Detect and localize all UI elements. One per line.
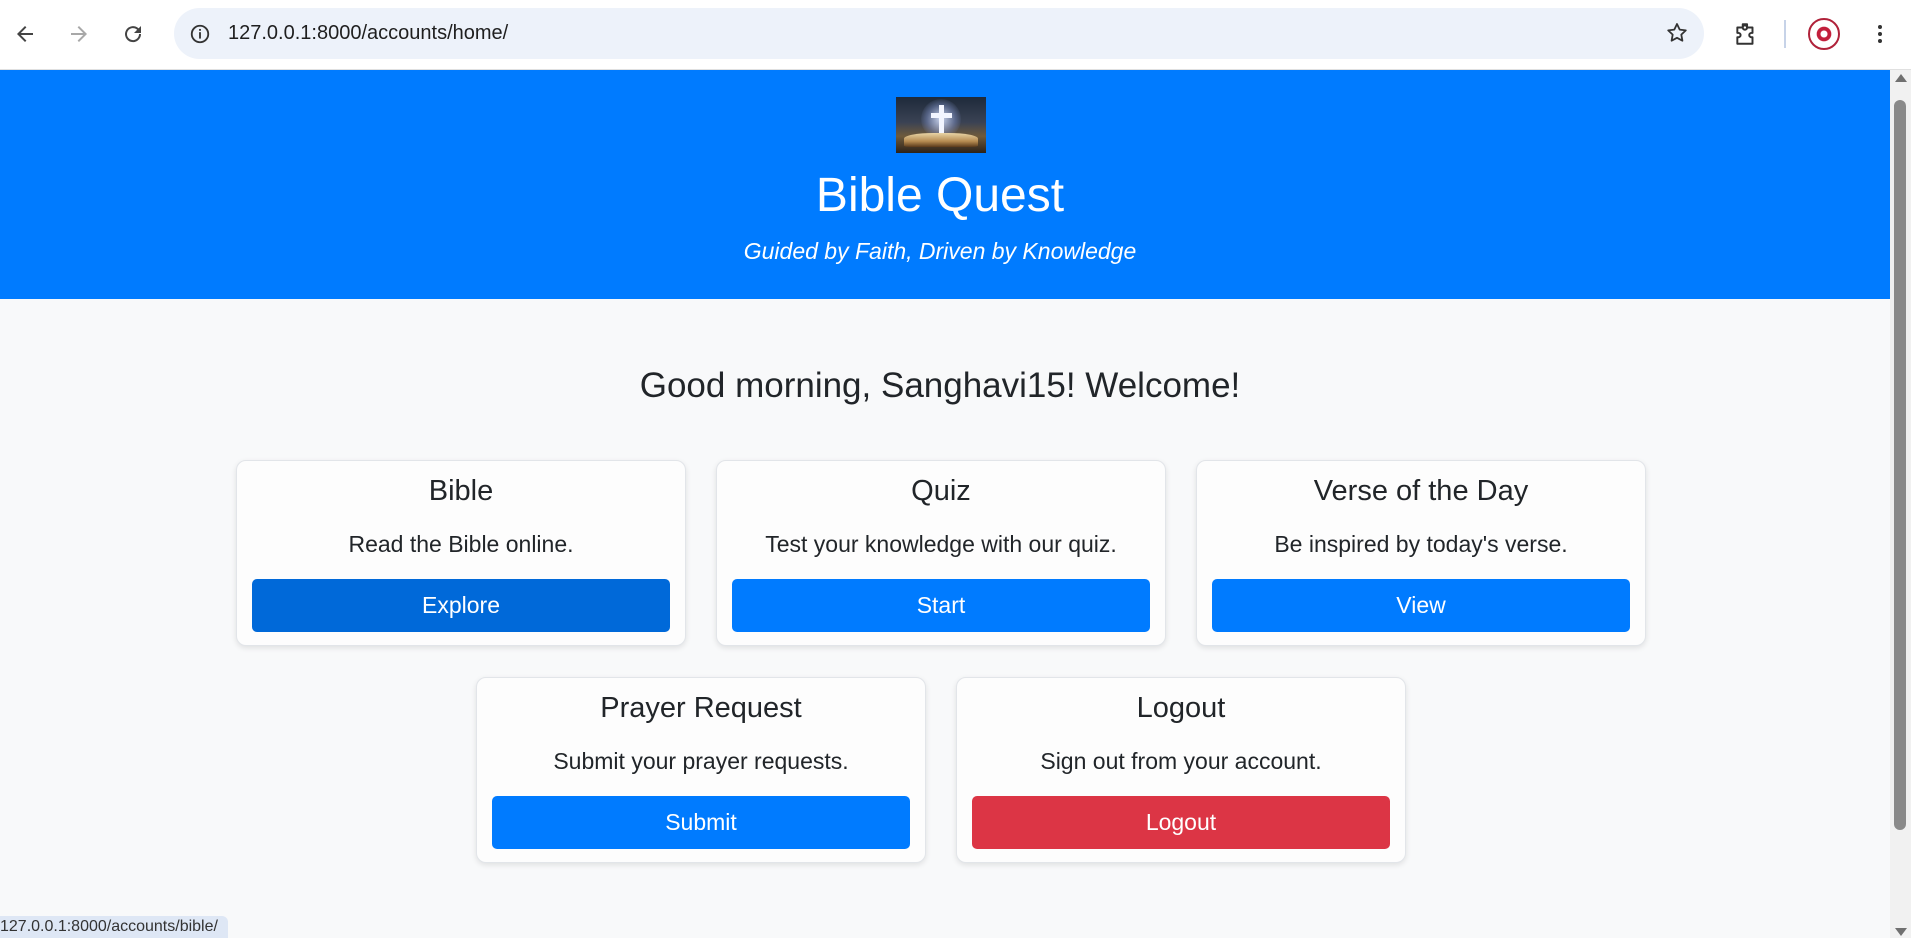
card-title: Verse of the Day [1313, 475, 1529, 507]
scrollbar-thumb[interactable] [1894, 100, 1906, 830]
card-description: Test your knowledge with our quiz. [765, 531, 1117, 557]
submit-button[interactable]: Submit [492, 796, 910, 849]
card-description: Sign out from your account. [1040, 748, 1322, 774]
browser-toolbar: 127.0.0.1:8000/accounts/home/ [0, 0, 1911, 70]
card-title: Logout [1136, 692, 1226, 724]
site-title: Bible Quest [815, 169, 1065, 222]
card-bible: Bible Read the Bible online. Explore [236, 460, 686, 646]
bookmark-star-icon[interactable] [1662, 18, 1692, 48]
logout-button[interactable]: Logout [972, 796, 1390, 849]
address-bar[interactable]: 127.0.0.1:8000/accounts/home/ [174, 8, 1704, 59]
card-title: Quiz [911, 475, 971, 507]
toolbar-separator [1784, 20, 1786, 48]
site-logo [896, 97, 986, 153]
site-header: Bible Quest Guided by Faith, Driven by K… [0, 70, 1890, 299]
explore-button[interactable]: Explore [252, 579, 670, 632]
site-tagline: Guided by Faith, Driven by Knowledge [743, 238, 1137, 264]
start-button[interactable]: Start [732, 579, 1150, 632]
card-description: Be inspired by today's verse. [1274, 531, 1568, 557]
view-button[interactable]: View [1212, 579, 1630, 632]
cross-icon-bar [931, 113, 952, 118]
book-icon [904, 133, 978, 147]
card-title: Prayer Request [600, 692, 802, 724]
scroll-down-arrow-icon[interactable] [1895, 928, 1907, 936]
card-description: Submit your prayer requests. [553, 748, 849, 774]
url-text[interactable]: 127.0.0.1:8000/accounts/home/ [228, 22, 508, 45]
card-logout: Logout Sign out from your account. Logou… [956, 677, 1406, 863]
card-quiz: Quiz Test your knowledge with our quiz. … [716, 460, 1166, 646]
card-description: Read the Bible online. [348, 531, 574, 557]
scroll-up-arrow-icon[interactable] [1895, 74, 1907, 82]
welcome-greeting: Good morning, Sanghavi15! Welcome! [639, 366, 1241, 405]
profile-avatar[interactable] [1808, 18, 1840, 50]
back-icon[interactable] [5, 14, 45, 54]
card-prayer-request: Prayer Request Submit your prayer reques… [476, 677, 926, 863]
card-title: Bible [428, 475, 494, 507]
profile-image [1815, 25, 1833, 43]
reload-icon[interactable] [113, 14, 153, 54]
page-viewport: Bible Quest Guided by Faith, Driven by K… [0, 70, 1890, 938]
extensions-puzzle-icon[interactable] [1728, 16, 1764, 52]
vertical-scrollbar[interactable] [1890, 70, 1911, 938]
cross-icon [939, 105, 944, 133]
more-menu-icon[interactable] [1862, 16, 1898, 52]
forward-icon[interactable] [59, 14, 99, 54]
link-status-bar: 127.0.0.1:8000/accounts/bible/ [0, 916, 228, 938]
site-info-icon[interactable] [186, 20, 213, 47]
card-verse-of-the-day: Verse of the Day Be inspired by today's … [1196, 460, 1646, 646]
